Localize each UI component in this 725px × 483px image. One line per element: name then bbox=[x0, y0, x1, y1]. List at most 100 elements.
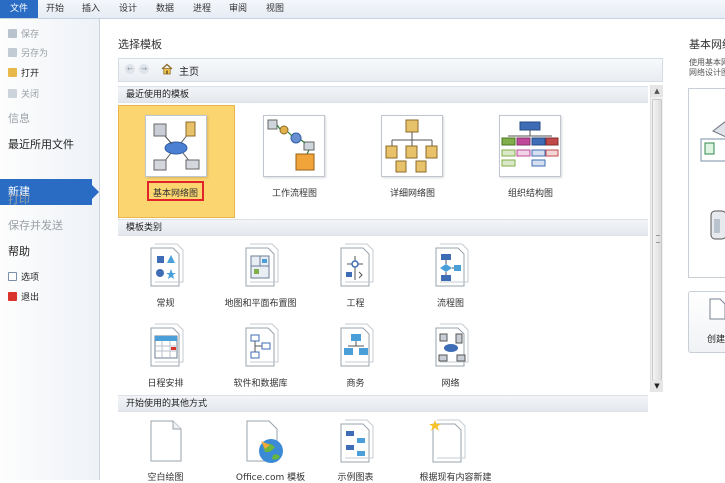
calendar-icon bbox=[150, 323, 184, 367]
option-sample-diagrams[interactable]: 示例图表 bbox=[308, 416, 403, 483]
tab-data[interactable]: 数据 bbox=[156, 2, 174, 16]
template-label: 详细网络图 bbox=[389, 189, 435, 199]
template-detailed-network[interactable]: 详细网络图 bbox=[354, 105, 471, 218]
menu-item-save-send[interactable]: 保存并发送 bbox=[8, 217, 63, 235]
detailed-network-thumbnail bbox=[381, 115, 443, 177]
category-label: 软件和数据库 bbox=[233, 379, 288, 389]
exit-icon bbox=[8, 292, 17, 301]
engineering-icon bbox=[340, 243, 374, 287]
flowchart-icon bbox=[435, 243, 469, 287]
breadcrumb-home[interactable]: 主页 bbox=[179, 63, 199, 78]
option-label: 根据现有内容新建 bbox=[419, 473, 492, 483]
create-button[interactable]: 创建 bbox=[688, 291, 725, 353]
template-label: 工作流程图 bbox=[271, 189, 317, 199]
preview-title: 基本网络图 bbox=[689, 38, 725, 51]
menu-item-recent[interactable]: 最近所用文件 bbox=[8, 136, 74, 154]
tab-insert[interactable]: 插入 bbox=[82, 2, 100, 16]
scroll-down-arrow-icon[interactable]: ▼ bbox=[651, 380, 663, 392]
category-label: 地图和平面布置图 bbox=[224, 299, 297, 309]
category-label: 流程图 bbox=[436, 299, 464, 309]
org-chart-icon bbox=[501, 121, 559, 167]
scroll-grip-icon bbox=[656, 235, 660, 243]
option-label: 空白绘图 bbox=[147, 473, 184, 483]
home-icon[interactable] bbox=[161, 63, 173, 75]
category-business[interactable]: 商务 bbox=[308, 320, 403, 392]
page-title: 选择模板 bbox=[118, 38, 162, 51]
menu-item-label: 打开 bbox=[21, 69, 40, 79]
menu-item-label: 另存为 bbox=[21, 49, 49, 59]
business-icon bbox=[340, 323, 374, 367]
tab-process[interactable]: 进程 bbox=[193, 2, 211, 16]
option-blank-drawing[interactable]: 空白绘图 bbox=[118, 416, 213, 483]
template-preview-image bbox=[688, 88, 725, 278]
template-nav-bar: ← → 主页 bbox=[118, 58, 663, 82]
network-icon bbox=[435, 323, 469, 367]
menu-item-save-as[interactable]: 另存为 bbox=[8, 46, 48, 62]
tab-home[interactable]: 开始 bbox=[46, 2, 64, 16]
save-as-icon bbox=[8, 48, 17, 57]
category-label: 常规 bbox=[156, 299, 175, 309]
section-template-categories: 模板类别 bbox=[118, 219, 648, 236]
server-tree-icon bbox=[385, 119, 438, 173]
category-network[interactable]: 网络 bbox=[403, 320, 498, 392]
new-from-existing-icon bbox=[429, 419, 466, 463]
network-preview-icon bbox=[700, 121, 725, 240]
menu-item-label: 保存 bbox=[21, 30, 40, 40]
template-workflow[interactable]: 工作流程图 bbox=[236, 105, 353, 218]
menu-item-print[interactable]: 打印 bbox=[8, 191, 30, 209]
template-label: 组织结构图 bbox=[507, 189, 553, 199]
menu-item-exit[interactable]: 退出 bbox=[8, 290, 39, 306]
scroll-up-arrow-icon[interactable]: ▲ bbox=[651, 85, 663, 97]
category-label: 工程 bbox=[346, 299, 365, 309]
open-folder-icon bbox=[8, 68, 17, 77]
category-flowchart[interactable]: 流程图 bbox=[403, 240, 498, 312]
template-basic-network[interactable] bbox=[118, 105, 235, 218]
menu-item-close[interactable]: 关闭 bbox=[8, 87, 39, 103]
template-org-chart[interactable]: 组织结构图 bbox=[472, 105, 589, 218]
template-label: 基本网络图 bbox=[152, 189, 198, 199]
category-label: 网络 bbox=[441, 379, 460, 389]
menu-item-open[interactable]: 打开 bbox=[8, 66, 39, 82]
software-database-icon bbox=[245, 323, 279, 367]
category-software[interactable]: 软件和数据库 bbox=[213, 320, 308, 392]
option-new-from-existing[interactable]: 根据现有内容新建 bbox=[403, 416, 508, 483]
back-button[interactable]: ← bbox=[125, 64, 135, 74]
preview-description-line: 网络设计图 bbox=[689, 68, 725, 77]
category-label: 商务 bbox=[346, 379, 365, 389]
tab-file[interactable]: 文件 bbox=[0, 0, 38, 18]
save-icon bbox=[8, 29, 17, 38]
option-label: 示例图表 bbox=[337, 473, 374, 483]
forward-button[interactable]: → bbox=[139, 64, 149, 74]
basic-network-thumbnail bbox=[145, 115, 207, 177]
menu-item-label: 退出 bbox=[21, 293, 40, 303]
floor-plan-icon bbox=[245, 243, 279, 287]
sample-diagram-icon bbox=[340, 419, 374, 463]
tab-view[interactable]: 视图 bbox=[266, 2, 284, 16]
tab-design[interactable]: 设计 bbox=[119, 2, 137, 16]
menu-item-info[interactable]: 信息 bbox=[8, 110, 30, 128]
category-schedule[interactable]: 日程安排 bbox=[118, 320, 213, 392]
org-chart-thumbnail bbox=[499, 115, 561, 177]
scroll-thumb[interactable] bbox=[652, 99, 662, 381]
workflow-diagram-icon bbox=[267, 119, 315, 171]
section-recent-templates: 最近使用的模板 bbox=[118, 86, 648, 103]
blank-page-icon bbox=[150, 420, 182, 462]
create-document-icon bbox=[709, 298, 725, 320]
template-scrollbar[interactable]: ▲ ▼ bbox=[650, 85, 663, 392]
menu-item-help[interactable]: 帮助 bbox=[8, 243, 30, 261]
menu-item-label: 选项 bbox=[21, 273, 40, 283]
workflow-thumbnail bbox=[263, 115, 325, 177]
menu-item-save[interactable]: 保存 bbox=[8, 27, 39, 43]
section-other-ways: 开始使用的其他方式 bbox=[118, 395, 648, 412]
backstage-menu: 保存 另存为 打开 关闭 信息 最近所用文件 新建 打印 保存并发送 帮助 选项… bbox=[0, 19, 100, 480]
tab-review[interactable]: 审阅 bbox=[229, 2, 247, 16]
ribbon-tab-bar: 文件 开始 插入 设计 数据 进程 审阅 视图 bbox=[0, 0, 725, 19]
category-general[interactable]: 常规 bbox=[118, 240, 213, 312]
office-globe-icon bbox=[246, 420, 283, 463]
create-button-label: 创建 bbox=[707, 335, 725, 345]
general-stencil-icon bbox=[150, 243, 184, 287]
close-doc-icon bbox=[8, 89, 17, 98]
menu-item-options[interactable]: 选项 bbox=[8, 270, 39, 286]
category-engineering[interactable]: 工程 bbox=[308, 240, 403, 312]
category-maps[interactable]: 地图和平面布置图 bbox=[213, 240, 308, 312]
